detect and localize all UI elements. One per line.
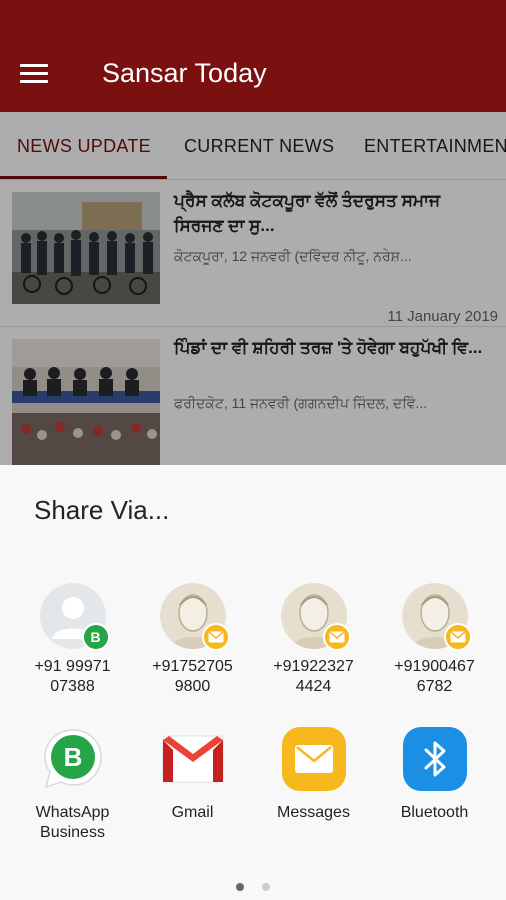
whatsapp-business-badge-icon: B [81,623,110,651]
app-label: Messages [277,804,350,821]
svg-text:B: B [63,742,82,772]
bluetooth-icon [402,727,467,791]
contact-number-cont: 07388 [50,678,95,695]
messages-icon [281,727,346,791]
direct-share-contact[interactable]: +91752705 9800 [132,583,253,697]
page-indicator [0,878,506,896]
hamburger-menu-icon[interactable] [20,64,48,86]
messages-badge-icon [201,623,230,651]
app-label: Bluetooth [400,804,469,821]
share-target-messages[interactable]: Messages [253,727,374,823]
avatar [401,583,472,651]
share-sheet-title: Share Via... [34,495,170,525]
messages-badge-icon [322,623,351,651]
whatsapp-business-icon: B [41,727,105,791]
share-target-bluetooth[interactable]: Bluetooth [374,727,495,823]
contact-number-cont: 9800 [174,678,211,695]
avatar [159,583,230,651]
app-label: Gmail [171,804,214,821]
contact-number-cont: 6782 [416,678,453,695]
share-sheet: Share Via... B +91 99971 07388 +91752705… [0,465,506,900]
direct-share-contact[interactable]: +91900467 6782 [374,583,495,697]
avatar: B [39,583,110,651]
contact-number: +91 99971 [34,658,111,675]
gmail-icon [161,727,225,791]
avatar [280,583,351,651]
contact-number: +91922327 [273,658,354,675]
app-bar: Sansar Today [0,0,506,112]
share-target-whatsapp-business[interactable]: B WhatsApp Business [12,727,133,843]
direct-share-contact[interactable]: B +91 99971 07388 [12,583,133,697]
app-label: WhatsApp Business [35,804,110,841]
contact-number: +91752705 [152,658,233,675]
contact-number-cont: 4424 [295,678,332,695]
share-target-gmail[interactable]: Gmail [132,727,253,823]
dim-overlay[interactable] [0,112,506,465]
messages-badge-icon [443,623,472,651]
app-title: Sansar Today [102,58,267,88]
contact-number: +91900467 [394,658,475,675]
direct-share-contact[interactable]: +91922327 4424 [253,583,374,697]
page-dot-active[interactable] [236,883,244,891]
page-dot[interactable] [262,883,270,891]
